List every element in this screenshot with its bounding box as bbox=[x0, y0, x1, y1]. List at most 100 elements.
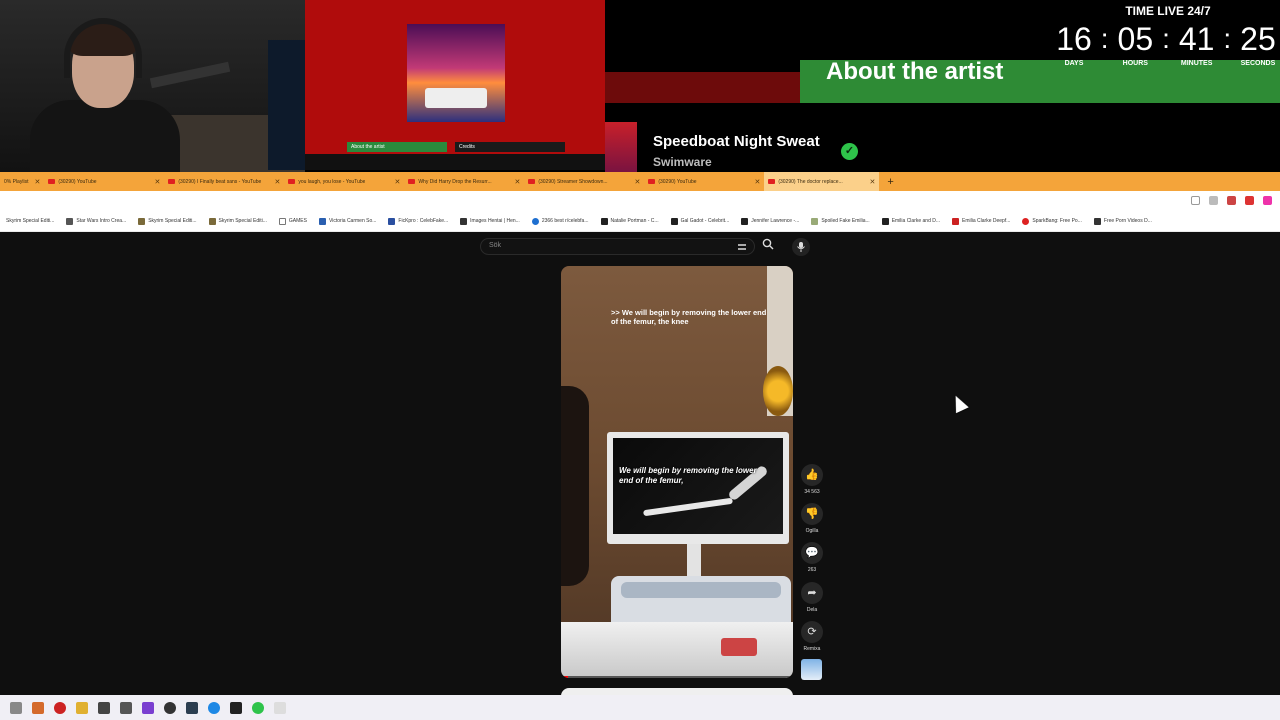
time-live-label: TIME LIVE 24/7 bbox=[1125, 4, 1211, 18]
bookmark-item[interactable]: Spoiled Fake Emilia... bbox=[805, 217, 875, 225]
browser-tab[interactable]: (30290) Streamer Showdown... ✕ bbox=[524, 172, 644, 191]
search-input[interactable]: Sök bbox=[480, 238, 755, 255]
app-icon[interactable] bbox=[120, 701, 132, 714]
now-playing-thumb bbox=[605, 122, 637, 172]
comment-action[interactable]: 💬 263 bbox=[797, 542, 827, 573]
bookmark-item[interactable]: Gal Gadot - Celebrit... bbox=[665, 217, 736, 225]
start-icon[interactable] bbox=[10, 701, 22, 714]
timer-separator: : bbox=[1162, 23, 1170, 54]
bookmark-item[interactable]: Free Porn Videos D... bbox=[1088, 217, 1158, 225]
close-icon[interactable]: ✕ bbox=[34, 178, 40, 186]
bookmark-item[interactable]: Natalie Portman - C... bbox=[595, 217, 665, 225]
bookmark-folder[interactable]: GAMES bbox=[273, 217, 313, 225]
close-icon[interactable]: ✕ bbox=[754, 178, 760, 186]
comment-icon[interactable]: 💬 bbox=[801, 542, 823, 564]
timer-days: 16 DAYS bbox=[1052, 20, 1096, 67]
app-icon[interactable] bbox=[142, 701, 154, 714]
browser-tab[interactable]: (30290) YouTube ✕ bbox=[644, 172, 764, 191]
thumbs-down-icon[interactable]: 👎 bbox=[801, 503, 823, 525]
timer-separator: : bbox=[1223, 23, 1232, 54]
search-icon bbox=[762, 238, 774, 250]
bookmark-favicon bbox=[138, 217, 146, 225]
bookmark-item[interactable]: 2366 best r/celebfa... bbox=[526, 217, 595, 225]
shorts-video-player[interactable]: >> We will begin by removing the lower e… bbox=[561, 266, 793, 678]
close-icon[interactable]: ✕ bbox=[394, 178, 400, 186]
browser-tab[interactable]: you laugh, you lose - YouTube ✕ bbox=[284, 172, 404, 191]
sound-thumbnail[interactable] bbox=[801, 659, 822, 680]
extension-icon[interactable] bbox=[1227, 196, 1236, 205]
bookmark-item[interactable]: SparkBang: Free Po... bbox=[1016, 217, 1087, 225]
dislike-action[interactable]: 👎 Ogilla bbox=[797, 503, 827, 534]
timer-minutes-caption: MINUTES bbox=[1180, 60, 1213, 67]
app-icon[interactable] bbox=[252, 701, 264, 714]
headphones bbox=[64, 18, 142, 78]
microphone-button[interactable] bbox=[792, 238, 810, 256]
browser-tab[interactable]: 0% Playlist ✕ bbox=[0, 172, 44, 191]
keyboard-icon[interactable] bbox=[738, 244, 746, 250]
close-icon[interactable]: ✕ bbox=[869, 178, 875, 186]
taskbar bbox=[0, 695, 1280, 720]
app-icon[interactable] bbox=[274, 701, 286, 714]
bookmark-item[interactable]: Skyrim Special Editi... bbox=[0, 218, 60, 224]
remix-action[interactable]: ⟳ Remixa bbox=[797, 621, 827, 652]
app-icon[interactable] bbox=[186, 701, 198, 714]
tab-label: (30290) YouTube bbox=[658, 178, 697, 185]
bookmark-item[interactable]: Emilia Clarke and D... bbox=[876, 217, 946, 225]
like-action[interactable]: 👍 34 563 bbox=[797, 464, 827, 495]
bookmark-favicon bbox=[600, 217, 608, 225]
bookmark-label: 2366 best r/celebfa... bbox=[541, 218, 589, 224]
browser-tab[interactable]: (30290) YouTube ✕ bbox=[44, 172, 164, 191]
extension-icon[interactable] bbox=[1245, 196, 1254, 205]
close-icon[interactable]: ✕ bbox=[514, 178, 520, 186]
youtube-icon bbox=[288, 179, 296, 184]
bookmark-item[interactable]: FicKpro : CelebFake... bbox=[382, 217, 454, 225]
browser-tab[interactable]: (30290) I Finally beat sans - YouTube ✕ bbox=[164, 172, 284, 191]
browser-tab-strip: 0% Playlist ✕ (30290) YouTube ✕ (30290) I … bbox=[0, 172, 1280, 191]
app-icon[interactable] bbox=[98, 701, 110, 714]
youtube-icon bbox=[408, 179, 416, 184]
star-icon[interactable] bbox=[1209, 196, 1218, 205]
folder-icon[interactable] bbox=[76, 701, 88, 714]
remix-label: Remixa bbox=[803, 646, 821, 652]
bookmark-item[interactable]: Star Wars Intro Crea... bbox=[60, 217, 132, 225]
bookmark-item[interactable]: Jennifer Lawrence -... bbox=[735, 217, 805, 225]
youtube-icon bbox=[768, 179, 776, 184]
bookmark-favicon bbox=[388, 217, 396, 225]
thumbs-up-icon[interactable]: 👍 bbox=[801, 464, 823, 486]
machine-top bbox=[621, 582, 781, 598]
overlay-red-band bbox=[605, 72, 800, 103]
app-icon[interactable] bbox=[164, 701, 176, 714]
screen-share-icon[interactable] bbox=[1191, 196, 1200, 205]
bookmark-item[interactable]: Emilia Clarke Deepf... bbox=[946, 217, 1016, 225]
now-playing-title: Speedboat Night Sweat bbox=[653, 133, 820, 150]
bookmark-label: GAMES bbox=[288, 218, 307, 224]
search-button[interactable] bbox=[758, 238, 778, 255]
bookmark-label: Jennifer Lawrence -... bbox=[751, 218, 800, 224]
bookmark-favicon bbox=[531, 217, 539, 225]
inner-player-bar bbox=[305, 154, 605, 170]
browser-tab[interactable]: Why Did Harry Drop the Resurr... ✕ bbox=[404, 172, 524, 191]
app-icon[interactable] bbox=[208, 701, 220, 714]
share-action[interactable]: ➦ Dela bbox=[797, 582, 827, 613]
bookmark-item[interactable]: Victoria Carmen So... bbox=[313, 217, 382, 225]
microphone-icon bbox=[797, 242, 805, 252]
bookmark-item[interactable]: Skyrim Special Editi... bbox=[203, 217, 273, 225]
close-icon[interactable]: ✕ bbox=[634, 178, 640, 186]
app-icon[interactable] bbox=[54, 701, 66, 714]
close-icon[interactable]: ✕ bbox=[154, 178, 160, 186]
timer-seconds: 25 SECONDS bbox=[1236, 20, 1280, 67]
share-icon[interactable]: ➦ bbox=[801, 582, 823, 604]
dislike-label: Ogilla bbox=[805, 528, 819, 534]
video-progress-bar[interactable] bbox=[561, 676, 793, 678]
app-icon[interactable] bbox=[230, 701, 242, 714]
browser-tab-active[interactable]: (30290) The doctor replace... ✕ bbox=[764, 172, 880, 191]
address-bar[interactable] bbox=[0, 191, 1280, 211]
timer-hours: 05 HOURS bbox=[1113, 20, 1157, 67]
bookmark-item[interactable]: Skyrim Special Editi... bbox=[132, 217, 202, 225]
remix-icon[interactable]: ⟳ bbox=[801, 621, 823, 643]
new-tab-button[interactable]: + bbox=[887, 176, 893, 188]
close-icon[interactable]: ✕ bbox=[274, 178, 280, 186]
bookmark-item[interactable]: Images Hentai | Hen... bbox=[454, 217, 526, 225]
app-icon[interactable] bbox=[32, 701, 44, 714]
extension-icon[interactable] bbox=[1263, 196, 1272, 205]
